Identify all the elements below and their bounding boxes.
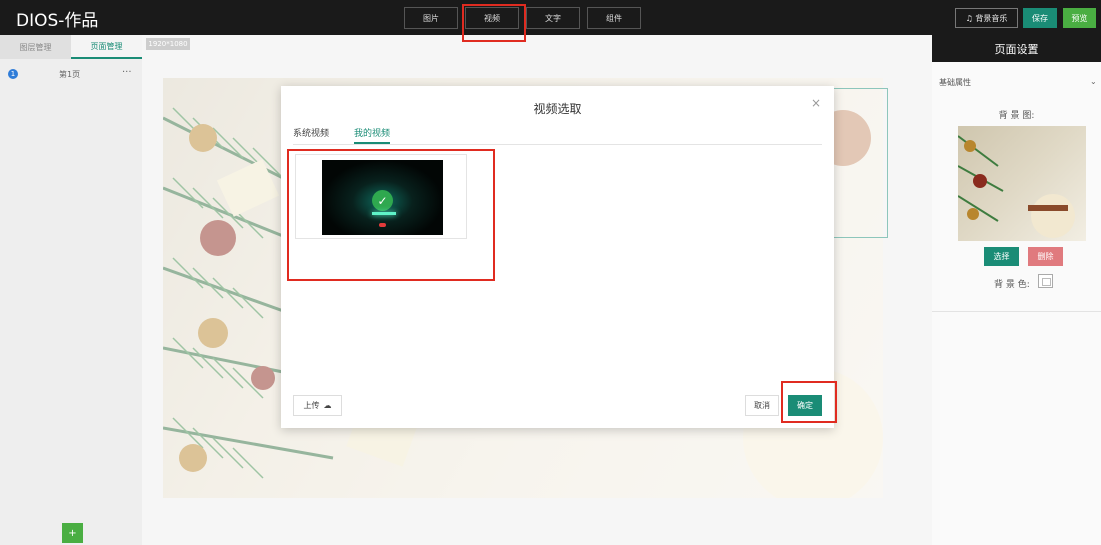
right-panel: 页面设置 基础属性 ⌄ 背 景 图: 选择 删除 背 景 色: [932, 35, 1101, 545]
select-background-button[interactable]: 选择 [984, 247, 1019, 266]
background-image-label: 背 景 图: [998, 111, 1035, 121]
section-title: 基础属性 [939, 78, 971, 87]
save-button[interactable]: 保存 [1023, 8, 1057, 28]
tab-image[interactable]: 图片 [404, 7, 458, 29]
highlight-video-card [287, 149, 495, 281]
left-panel: 图层管理 页面管理 1 第1页 ··· + [0, 35, 142, 545]
tab-divider [293, 144, 822, 145]
tab-system-videos[interactable]: 系统视频 [293, 126, 329, 144]
page-list-item[interactable]: 1 第1页 ··· [0, 65, 142, 85]
add-page-button[interactable]: + [62, 523, 83, 543]
page-number-badge: 1 [8, 69, 18, 79]
highlight-video-tab [462, 4, 526, 42]
chevron-down-icon[interactable]: ⌄ [1090, 77, 1097, 86]
background-color-label: 背 景 色: [994, 280, 1030, 290]
more-icon[interactable]: ··· [122, 67, 132, 78]
cloud-upload-icon: ☁ [323, 401, 332, 410]
tab-components[interactable]: 组件 [587, 7, 641, 29]
left-tabs: 图层管理 页面管理 [0, 35, 142, 59]
color-picker[interactable] [1038, 274, 1053, 288]
tab-text[interactable]: 文字 [526, 7, 580, 29]
modal-title: 视频选取 [533, 102, 582, 116]
preview-button[interactable]: 预览 [1063, 8, 1096, 28]
tab-pages[interactable]: 页面管理 [71, 35, 142, 59]
upload-label: 上传 [303, 401, 320, 410]
cancel-button[interactable]: 取消 [745, 395, 779, 416]
tab-my-videos[interactable]: 我的视频 [354, 126, 391, 144]
divider [932, 311, 1101, 312]
background-thumbnail [958, 126, 1086, 241]
page-settings-title: 页面设置 [932, 35, 1101, 62]
tab-layers[interactable]: 图层管理 [0, 35, 71, 59]
app-title: DIOS-作品 [16, 11, 99, 31]
background-music-button[interactable]: ♫ 背景音乐 [955, 8, 1018, 28]
page-label: 第1页 [59, 70, 81, 79]
delete-background-button[interactable]: 删除 [1028, 247, 1063, 266]
upload-button[interactable]: 上传 ☁ [293, 395, 342, 416]
top-bar: DIOS-作品 图片 视频 文字 组件 ♫ 背景音乐 保存 预览 [0, 0, 1101, 35]
close-icon[interactable]: × [811, 96, 821, 110]
highlight-confirm [781, 381, 837, 423]
